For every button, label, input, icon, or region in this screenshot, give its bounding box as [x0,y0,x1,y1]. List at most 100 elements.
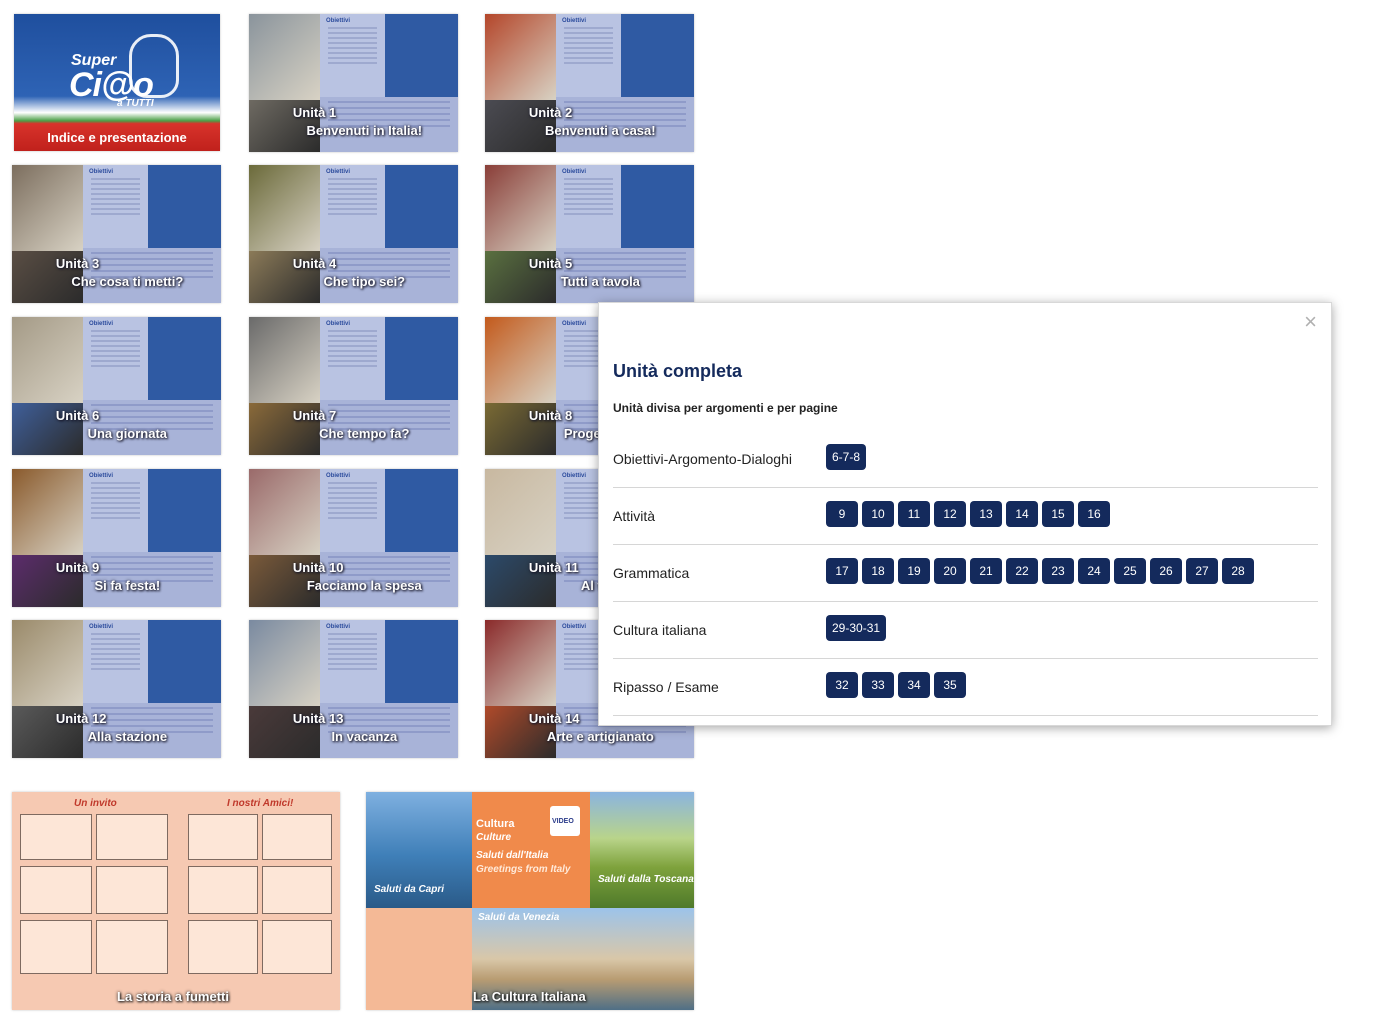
page-button[interactable]: 35 [934,672,966,698]
objectives-panel: Obiettivi [556,14,621,97]
objectives-label: Obiettivi [326,624,351,630]
culture-caption: La Cultura Italiana [473,989,586,1004]
unit-color-block [147,469,221,552]
page-button[interactable]: 18 [862,558,894,584]
objectives-panel: Obiettivi [556,165,621,248]
modal-row-label: Ripasso / Esame [613,679,719,695]
cover-label: Indice e presentazione [47,130,187,145]
unit-color-block [620,14,694,97]
toscana-label: Saluti dalla Toscana [598,874,694,885]
unit-number: Unità 9 [55,560,100,576]
unit-title: Che tempo fa? [319,426,410,442]
comic-panel [20,920,92,974]
culture-thumbnail[interactable]: Saluti da Capri Cultura Culture VIDEO Sa… [366,792,694,1010]
modal-row-label: Grammatica [613,565,690,581]
page-button[interactable]: 25 [1114,558,1146,584]
page-button[interactable]: 16 [1078,501,1110,527]
modal-row: Obiettivi-Argomento-Dialoghi 6-7-8 [613,431,1318,488]
objectives-label: Obiettivi [562,169,587,175]
greetings-line2: Greetings from Italy [476,864,571,875]
unit-thumbnail[interactable]: Obiettivi Unità 12 Alla stazione [12,620,221,758]
unit-title: Alla stazione [87,729,168,745]
modal-row: Attività 9 10 11 12 13 14 15 16 [613,488,1318,545]
unit-number: Unità 7 [292,408,337,424]
page-button[interactable]: 17 [826,558,858,584]
objectives-panel: Obiettivi [83,165,148,248]
page-button[interactable]: 15 [1042,501,1074,527]
objectives-panel: Obiettivi [83,469,148,552]
page-button[interactable]: 26 [1150,558,1182,584]
unit-title: Una giornata [87,426,168,442]
page-button[interactable]: 20 [934,558,966,584]
page-button[interactable]: 10 [862,501,894,527]
page-button[interactable]: 19 [898,558,930,584]
comic-panel [262,866,332,914]
page-button[interactable]: 28 [1222,558,1254,584]
page-button[interactable]: 24 [1078,558,1110,584]
objectives-panel: Obiettivi [83,620,148,703]
objectives-label: Obiettivi [89,624,114,630]
unit-number: Unità 11 [528,560,579,576]
page-button[interactable]: 27 [1186,558,1218,584]
comic-panel [188,814,258,860]
culture-tag-en: Culture [476,832,511,843]
objectives-panel: Obiettivi [320,469,385,552]
cover-thumbnail[interactable]: Super Ci@o a TUTTI Indice e presentazion… [14,14,220,151]
comic-thumbnail[interactable]: Un invito I nostri Amici! La storia a fu… [12,792,340,1010]
modal-row-label: Cultura italiana [613,622,707,638]
page-button[interactable]: 14 [1006,501,1038,527]
comic-header-right: I nostri Amici! [227,798,294,809]
unit-thumbnail[interactable]: Obiettivi Unità 13 In vacanza [249,620,458,758]
unit-title: Benvenuti in Italia! [306,123,423,139]
superciao-logo: Super Ci@o a TUTTI [69,34,179,109]
page-button[interactable]: 11 [898,501,930,527]
unit-thumbnail[interactable]: Obiettivi Unità 1 Benvenuti in Italia! [249,14,458,152]
unit-number: Unità 8 [528,408,573,424]
page-button[interactable]: 29-30-31 [826,615,887,641]
page-button[interactable]: 32 [826,672,858,698]
unit-thumbnail[interactable]: Obiettivi Unità 4 Che tipo sei? [249,165,458,303]
page-button[interactable]: 23 [1042,558,1074,584]
comic-panel [262,920,332,974]
video-label: VIDEO [552,818,574,825]
unit-thumbnail[interactable]: Obiettivi Unità 5 Tutti a tavola [485,165,694,303]
unit-color-block [384,165,458,248]
unit-color-block [384,469,458,552]
page-buttons: 32 33 34 35 [826,672,966,698]
unit-title: Tutti a tavola [560,274,640,290]
objectives-panel: Obiettivi [83,317,148,400]
capri-label: Saluti da Capri [374,884,445,895]
unit-thumbnail[interactable]: Obiettivi Unità 9 Si fa festa! [12,469,221,607]
page-button[interactable]: 33 [862,672,894,698]
page-button[interactable]: 12 [934,501,966,527]
objectives-panel: Obiettivi [320,165,385,248]
page-button[interactable]: 9 [826,501,858,527]
page-button[interactable]: 22 [1006,558,1038,584]
objectives-label: Obiettivi [326,18,351,24]
unit-number: Unità 14 [528,711,580,727]
unit-thumbnail[interactable]: Obiettivi Unità 10 Facciamo la spesa [249,469,458,607]
greetings-line1: Saluti dall'Italia [476,850,549,861]
page-button[interactable]: 21 [970,558,1002,584]
close-icon[interactable]: × [1304,307,1317,337]
unit-color-block [384,620,458,703]
unit-color-block [147,620,221,703]
unit-thumbnail[interactable]: Obiettivi Unità 2 Benvenuti a casa! [485,14,694,152]
unit-title: Che cosa ti metti? [71,274,184,290]
objectives-label: Obiettivi [89,473,114,479]
unit-title: Che tipo sei? [323,274,406,290]
page-button[interactable]: 13 [970,501,1002,527]
unit-thumbnail[interactable]: Obiettivi Unità 6 Una giornata [12,317,221,455]
unit-thumbnail[interactable]: Obiettivi Unità 3 Che cosa ti metti? [12,165,221,303]
comic-panel [262,814,332,860]
unit-number: Unità 5 [528,256,573,272]
objectives-label: Obiettivi [89,169,114,175]
unit-thumbnail[interactable]: Obiettivi Unità 7 Che tempo fa? [249,317,458,455]
page-button[interactable]: 6-7-8 [826,444,867,470]
toscana-photo [590,792,694,908]
page-button[interactable]: 34 [898,672,930,698]
comic-header-left: Un invito [74,798,117,809]
unit-title: Si fa festa! [94,578,161,594]
unit-title: Arte e artigianato [546,729,654,745]
comic-panel [188,920,258,974]
